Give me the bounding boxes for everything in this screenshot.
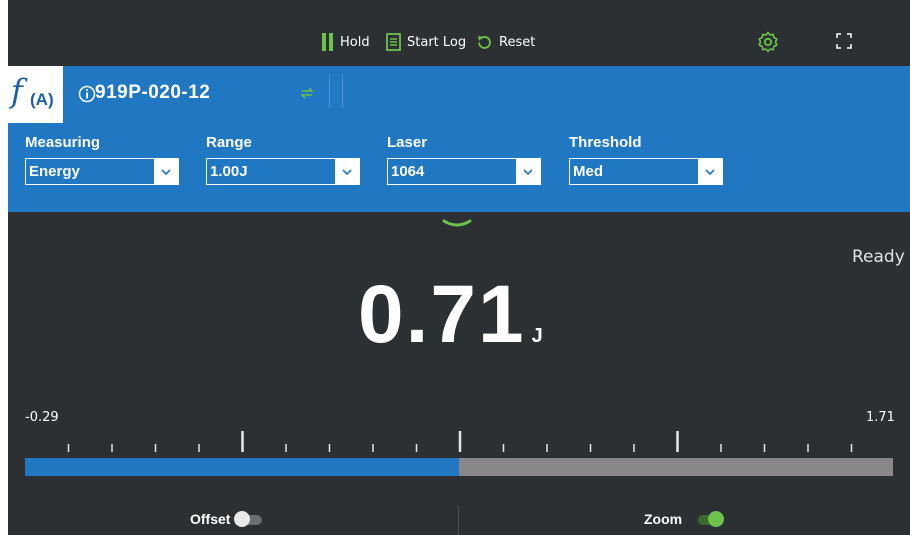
hold-label: Hold [340,34,370,50]
scale-ticks [67,431,853,452]
app-frame: Hold Start Log Reset f (A) 919P-020-12 M… [8,0,910,535]
expand-icon[interactable] [835,32,853,50]
hold-button[interactable]: Hold [322,31,370,53]
laser-select[interactable]: 1064 [387,158,541,185]
offset-label: Offset [190,511,231,527]
range-label: Range [206,134,252,151]
laser-field: Laser 1064 [387,134,544,185]
level-bar [25,458,893,476]
bottom-divider [458,506,459,535]
measuring-field: Measuring Energy [25,134,182,185]
start-log-button[interactable]: Start Log [386,31,466,53]
info-icon[interactable] [78,85,96,103]
app-logo: f (A) [8,66,63,123]
scale-max: 1.71 [866,410,895,425]
reading-value: 0.71 [358,269,526,360]
scale-min: -0.29 [25,410,59,425]
status-text: Ready [852,247,905,267]
sensor-header: f (A) 919P-020-12 Measuring Energy Range… [8,66,910,212]
range-field: Range 1.00J [206,134,363,185]
logo-f: f [11,72,23,110]
level-bar-fill [25,458,459,476]
chevron-down-icon [698,159,722,184]
threshold-field: Threshold Med [569,134,726,185]
pause-icon [322,33,333,51]
swap-sensor-icon[interactable] [300,86,314,100]
threshold-label: Threshold [569,134,642,151]
measuring-label: Measuring [25,134,101,151]
reading-unit: J [531,325,543,347]
log-document-icon [386,33,401,51]
threshold-value: Med [573,163,603,180]
chevron-down-icon [516,159,540,184]
laser-value: 1064 [391,163,425,180]
sensor-name: 919P-020-12 [95,82,211,103]
measuring-select[interactable]: Energy [25,158,179,185]
zoom-toggle[interactable]: Zoom [644,511,725,527]
offset-switch[interactable] [234,511,264,527]
collapse-chevron-icon[interactable] [442,219,472,229]
zoom-switch-knob [708,511,725,527]
chevron-down-icon [335,159,359,184]
start-log-label: Start Log [407,34,467,50]
laser-label: Laser [387,134,428,151]
zoom-switch[interactable] [694,511,725,527]
reset-button[interactable]: Reset [476,31,535,53]
header-divider [329,74,330,108]
reset-icon [478,35,491,49]
threshold-select[interactable]: Med [569,158,723,185]
gear-icon[interactable] [756,30,780,54]
chevron-down-icon [154,159,178,184]
offset-toggle[interactable]: Offset [190,511,264,527]
logo-sub: (A) [30,90,54,109]
range-value: 1.00J [210,163,248,180]
header-divider [342,74,343,108]
zoom-label: Zoom [644,511,683,527]
range-select[interactable]: 1.00J [206,158,360,185]
toolbar: Hold Start Log Reset [8,0,910,66]
measuring-value: Energy [29,163,80,180]
reset-label: Reset [499,34,536,50]
reading: 0.71 J [358,268,543,362]
